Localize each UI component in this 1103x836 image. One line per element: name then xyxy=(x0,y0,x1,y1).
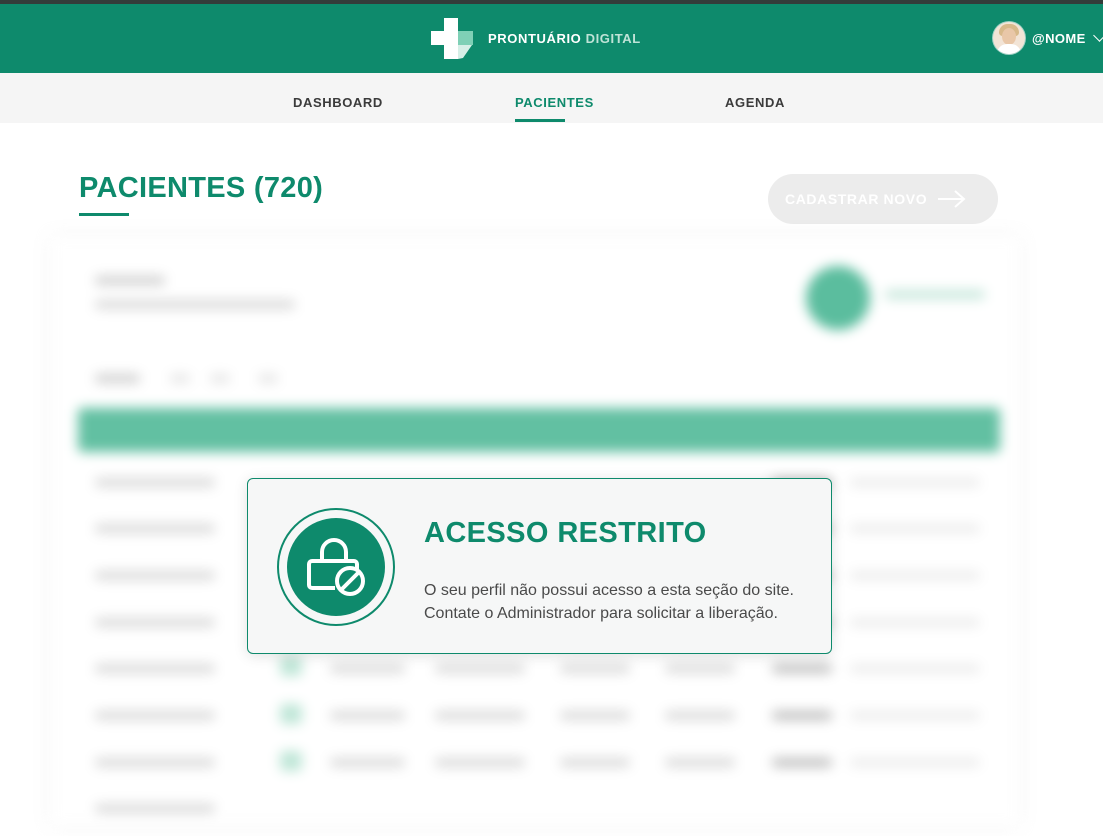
app-header: PRONTUÁRIO DIGITAL @NOME xyxy=(0,4,1103,73)
brand-name: PRONTUÁRIO DIGITAL xyxy=(488,30,641,46)
lock-icon-badge xyxy=(277,508,395,626)
user-menu[interactable]: @NOME xyxy=(993,22,1103,54)
main-nav: DASHBOARD PACIENTES AGENDA xyxy=(0,73,1103,123)
arrow-right-icon xyxy=(938,190,966,208)
active-tab-indicator xyxy=(515,119,565,122)
nav-item-dashboard[interactable]: DASHBOARD xyxy=(293,95,383,110)
avatar[interactable] xyxy=(993,22,1025,54)
title-underline xyxy=(79,213,129,216)
restricted-access-dialog: ACESSO RESTRITO O seu perfil não possui … xyxy=(247,478,832,654)
lock-blocked-icon xyxy=(307,538,365,596)
nav-item-pacientes[interactable]: PACIENTES xyxy=(515,95,594,110)
dialog-message: O seu perfil não possui acesso a esta se… xyxy=(424,579,794,625)
dialog-message-line2: Contate o Administrador para solicitar a… xyxy=(424,605,778,622)
dialog-message-line1: O seu perfil não possui acesso a esta se… xyxy=(424,582,794,599)
user-name[interactable]: @NOME xyxy=(1032,31,1086,46)
new-patient-button[interactable]: CADASTRAR NOVO xyxy=(768,174,998,224)
nav-item-agenda[interactable]: AGENDA xyxy=(725,95,785,110)
new-patient-label: CADASTRAR NOVO xyxy=(785,191,928,207)
brand-logo[interactable]: PRONTUÁRIO DIGITAL xyxy=(431,17,641,59)
page-title: PACIENTES (720) xyxy=(79,172,324,204)
dialog-title: ACESSO RESTRITO xyxy=(424,517,707,549)
chevron-down-icon[interactable] xyxy=(1092,29,1103,42)
medical-cross-icon xyxy=(431,17,473,59)
